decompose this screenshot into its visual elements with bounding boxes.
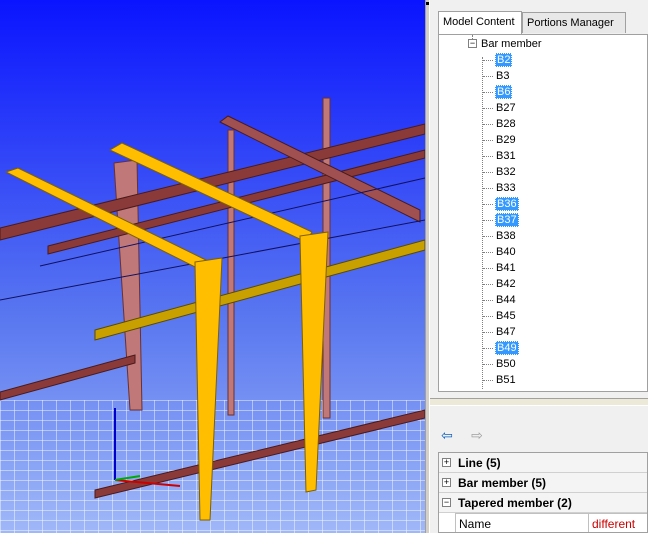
tree-connector (483, 140, 493, 141)
tree-item[interactable]: B38 (495, 228, 517, 244)
tree-connector (483, 76, 493, 77)
tree-item-label: B47 (496, 326, 516, 338)
tree-item-label: B2 (495, 53, 513, 67)
tree-item[interactable]: B51 (495, 372, 517, 388)
tree-item-label: B27 (496, 102, 516, 114)
tree-connector (483, 204, 493, 205)
tab-bar: Model Content Portions Manager (438, 11, 648, 34)
tree-item-label: B45 (496, 310, 516, 322)
tree-connector (483, 268, 493, 269)
tree-item[interactable]: B31 (495, 148, 517, 164)
tree-item[interactable]: B42 (495, 276, 517, 292)
tree-connector (483, 332, 493, 333)
tree-item[interactable]: B37 (495, 212, 519, 228)
tree-connector (483, 300, 493, 301)
tree-item[interactable]: B29 (495, 132, 517, 148)
tree-item-label: B44 (496, 294, 516, 306)
tree-connector (483, 348, 493, 349)
property-name: Name (455, 513, 589, 532)
tree-item[interactable]: B50 (495, 356, 517, 372)
tree-connector (483, 316, 493, 317)
tree-item-label: B28 (496, 118, 516, 130)
tree-item-label: B40 (496, 246, 516, 258)
tree-item[interactable]: B41 (495, 260, 517, 276)
tree-item-label: B37 (495, 213, 519, 227)
properties-grid: + Line (5) + Bar member (5) − Tapered me… (438, 452, 648, 533)
tree-item[interactable]: B28 (495, 116, 517, 132)
tree-item-label: B29 (496, 134, 516, 146)
tree-item[interactable]: B49 (495, 340, 519, 356)
tree-item[interactable]: B32 (495, 164, 517, 180)
expand-icon[interactable]: + (442, 478, 451, 487)
tree-connector (483, 108, 493, 109)
tree-item[interactable]: B47 (495, 324, 517, 340)
tree-connector (483, 220, 493, 221)
tree-item-label: B38 (496, 230, 516, 242)
tree-item[interactable]: B6 (495, 84, 513, 100)
collapse-icon[interactable]: − (468, 39, 477, 48)
tree-node-bar-member[interactable]: Bar member (480, 36, 543, 52)
tree-connector (483, 364, 493, 365)
back-arrow-icon[interactable]: ⇦ (438, 428, 456, 444)
tree-connector (483, 156, 493, 157)
tree-connector (482, 57, 483, 389)
tree-item-label: B50 (496, 358, 516, 370)
tree-item-label: B32 (496, 166, 516, 178)
splitter-marker (426, 2, 429, 5)
property-value[interactable]: different (589, 513, 647, 532)
tree-connector (483, 284, 493, 285)
tab-model-content[interactable]: Model Content (438, 11, 522, 34)
tree-item[interactable]: B27 (495, 100, 517, 116)
property-group-bar-member[interactable]: + Bar member (5) (439, 473, 647, 493)
tree-connector (483, 380, 493, 381)
expand-icon[interactable]: + (442, 458, 451, 467)
tree-item-label: B42 (496, 278, 516, 290)
tree-connector (483, 172, 493, 173)
tree-connector (483, 60, 493, 61)
forward-arrow-icon[interactable]: ⇨ (468, 428, 486, 444)
property-group-line[interactable]: + Line (5) (439, 453, 647, 473)
tree-item-label: B51 (496, 374, 516, 386)
tree-item-label: B6 (495, 85, 513, 99)
property-group-label: Tapered member (2) (458, 496, 572, 510)
tree-connector (483, 188, 493, 189)
panel-divider[interactable] (430, 398, 648, 406)
3d-model-viewport[interactable] (0, 0, 425, 533)
right-panel: Model Content Portions Manager − Bar mem… (430, 0, 648, 533)
tree-connector (483, 92, 493, 93)
property-row[interactable]: Name different (455, 513, 647, 532)
tree-item-label: B31 (496, 150, 516, 162)
tree-item[interactable]: B3 (495, 68, 510, 84)
tree-item-label: B49 (495, 341, 519, 355)
property-group-tapered-member[interactable]: − Tapered member (2) (439, 493, 647, 513)
tree-connector (483, 124, 493, 125)
tree-connector (483, 236, 493, 237)
model-content-tree[interactable]: − Bar member B2 B3 B6 B27 B28 B29 B31 B32 B33 B36… (438, 34, 648, 392)
tree-item[interactable]: B36 (495, 196, 519, 212)
tab-portions-manager[interactable]: Portions Manager (522, 12, 626, 33)
property-group-label: Line (5) (458, 456, 501, 470)
tree-item[interactable]: B44 (495, 292, 517, 308)
tree-node-label: Bar member (481, 38, 542, 50)
tree-item-label: B36 (495, 197, 519, 211)
tree-item-label: B41 (496, 262, 516, 274)
tree-item[interactable]: B40 (495, 244, 517, 260)
tree-item[interactable]: B2 (495, 52, 513, 68)
tree-connector (483, 252, 493, 253)
tree-item-label: B33 (496, 182, 516, 194)
property-group-label: Bar member (5) (458, 476, 547, 490)
collapse-icon[interactable]: − (442, 498, 451, 507)
tree-item-label: B3 (496, 70, 510, 82)
tree-item[interactable]: B33 (495, 180, 517, 196)
tree-item[interactable]: B45 (495, 308, 517, 324)
